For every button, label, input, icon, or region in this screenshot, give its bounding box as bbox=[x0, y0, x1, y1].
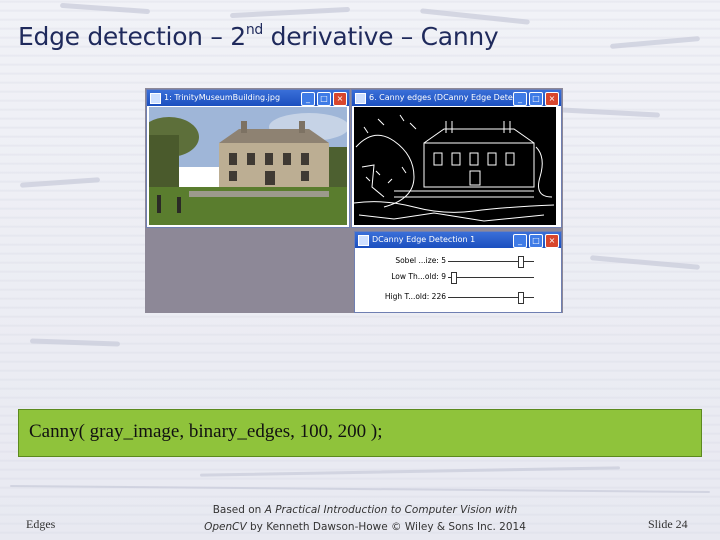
museum-photo-graphic bbox=[149, 107, 347, 225]
canny-code-text: Canny( gray_image, binary_edges, 100, 20… bbox=[29, 421, 383, 442]
canny-controls-window[interactable]: DCanny Edge Detection 1 _ □ × Sobel ...i… bbox=[354, 231, 562, 313]
museum-building-photo bbox=[149, 107, 347, 225]
canny-edge-image bbox=[354, 107, 556, 225]
maximize-button[interactable]: □ bbox=[317, 92, 331, 106]
minimize-button[interactable]: _ bbox=[513, 234, 527, 248]
decorative-swash bbox=[59, 2, 151, 15]
slide-title: Edge detection – 2nd derivative – Canny bbox=[18, 21, 499, 51]
decorative-swash bbox=[229, 6, 351, 19]
edge-map-graphic bbox=[354, 114, 555, 222]
high-threshold-label: High T...old: 226 bbox=[384, 292, 446, 301]
minimize-button[interactable]: _ bbox=[513, 92, 527, 106]
canny-edges-window[interactable]: 6. Canny edges (DCanny Edge Dete... _ □ … bbox=[351, 89, 562, 228]
slider-thumb[interactable] bbox=[518, 256, 525, 268]
close-button[interactable]: × bbox=[545, 92, 559, 106]
maximize-button[interactable]: □ bbox=[529, 92, 543, 106]
trackbar-panel: Sobel ...ize: 5 Low Th...old: 9 High T..… bbox=[356, 249, 560, 311]
decorative-swash bbox=[609, 36, 701, 49]
decorative-swash bbox=[29, 338, 121, 347]
decorative-swash bbox=[589, 255, 701, 270]
photo-window-titlebar[interactable]: 1: TrinityMuseumBuilding.jpg _ □ × bbox=[147, 90, 349, 106]
high-threshold-slider[interactable] bbox=[448, 292, 534, 304]
slider-thumb[interactable] bbox=[518, 292, 525, 304]
decorative-swash bbox=[10, 484, 710, 494]
decorative-swash bbox=[559, 107, 661, 118]
app-icon bbox=[358, 234, 369, 246]
decorative-swash bbox=[200, 466, 620, 477]
footer-section-name: Edges bbox=[26, 517, 56, 531]
photo-window[interactable]: 1: TrinityMuseumBuilding.jpg _ □ × bbox=[146, 89, 350, 228]
minimize-button[interactable]: _ bbox=[301, 92, 315, 106]
decorative-swash bbox=[19, 177, 101, 188]
code-snippet-box: Canny( gray_image, binary_edges, 100, 20… bbox=[18, 409, 702, 457]
application-screenshot: 1: TrinityMuseumBuilding.jpg _ □ × 6. Ca… bbox=[145, 88, 563, 313]
sobel-size-label: Sobel ...ize: 5 bbox=[395, 256, 446, 265]
sobel-size-slider[interactable] bbox=[448, 256, 534, 268]
slider-thumb[interactable] bbox=[451, 272, 458, 284]
slide-number: Slide 24 bbox=[648, 517, 688, 531]
low-threshold-label: Low Th...old: 9 bbox=[391, 272, 446, 281]
footer-citation: Based on A Practical Introduction to Com… bbox=[204, 504, 526, 533]
close-button[interactable]: × bbox=[545, 234, 559, 248]
edges-window-titlebar[interactable]: 6. Canny edges (DCanny Edge Dete... _ □ … bbox=[352, 90, 561, 106]
app-icon bbox=[150, 92, 161, 104]
maximize-button[interactable]: □ bbox=[529, 234, 543, 248]
low-threshold-slider[interactable] bbox=[448, 272, 534, 284]
controls-window-titlebar[interactable]: DCanny Edge Detection 1 _ □ × bbox=[355, 232, 561, 248]
app-icon bbox=[355, 92, 366, 104]
close-button[interactable]: × bbox=[333, 92, 347, 106]
